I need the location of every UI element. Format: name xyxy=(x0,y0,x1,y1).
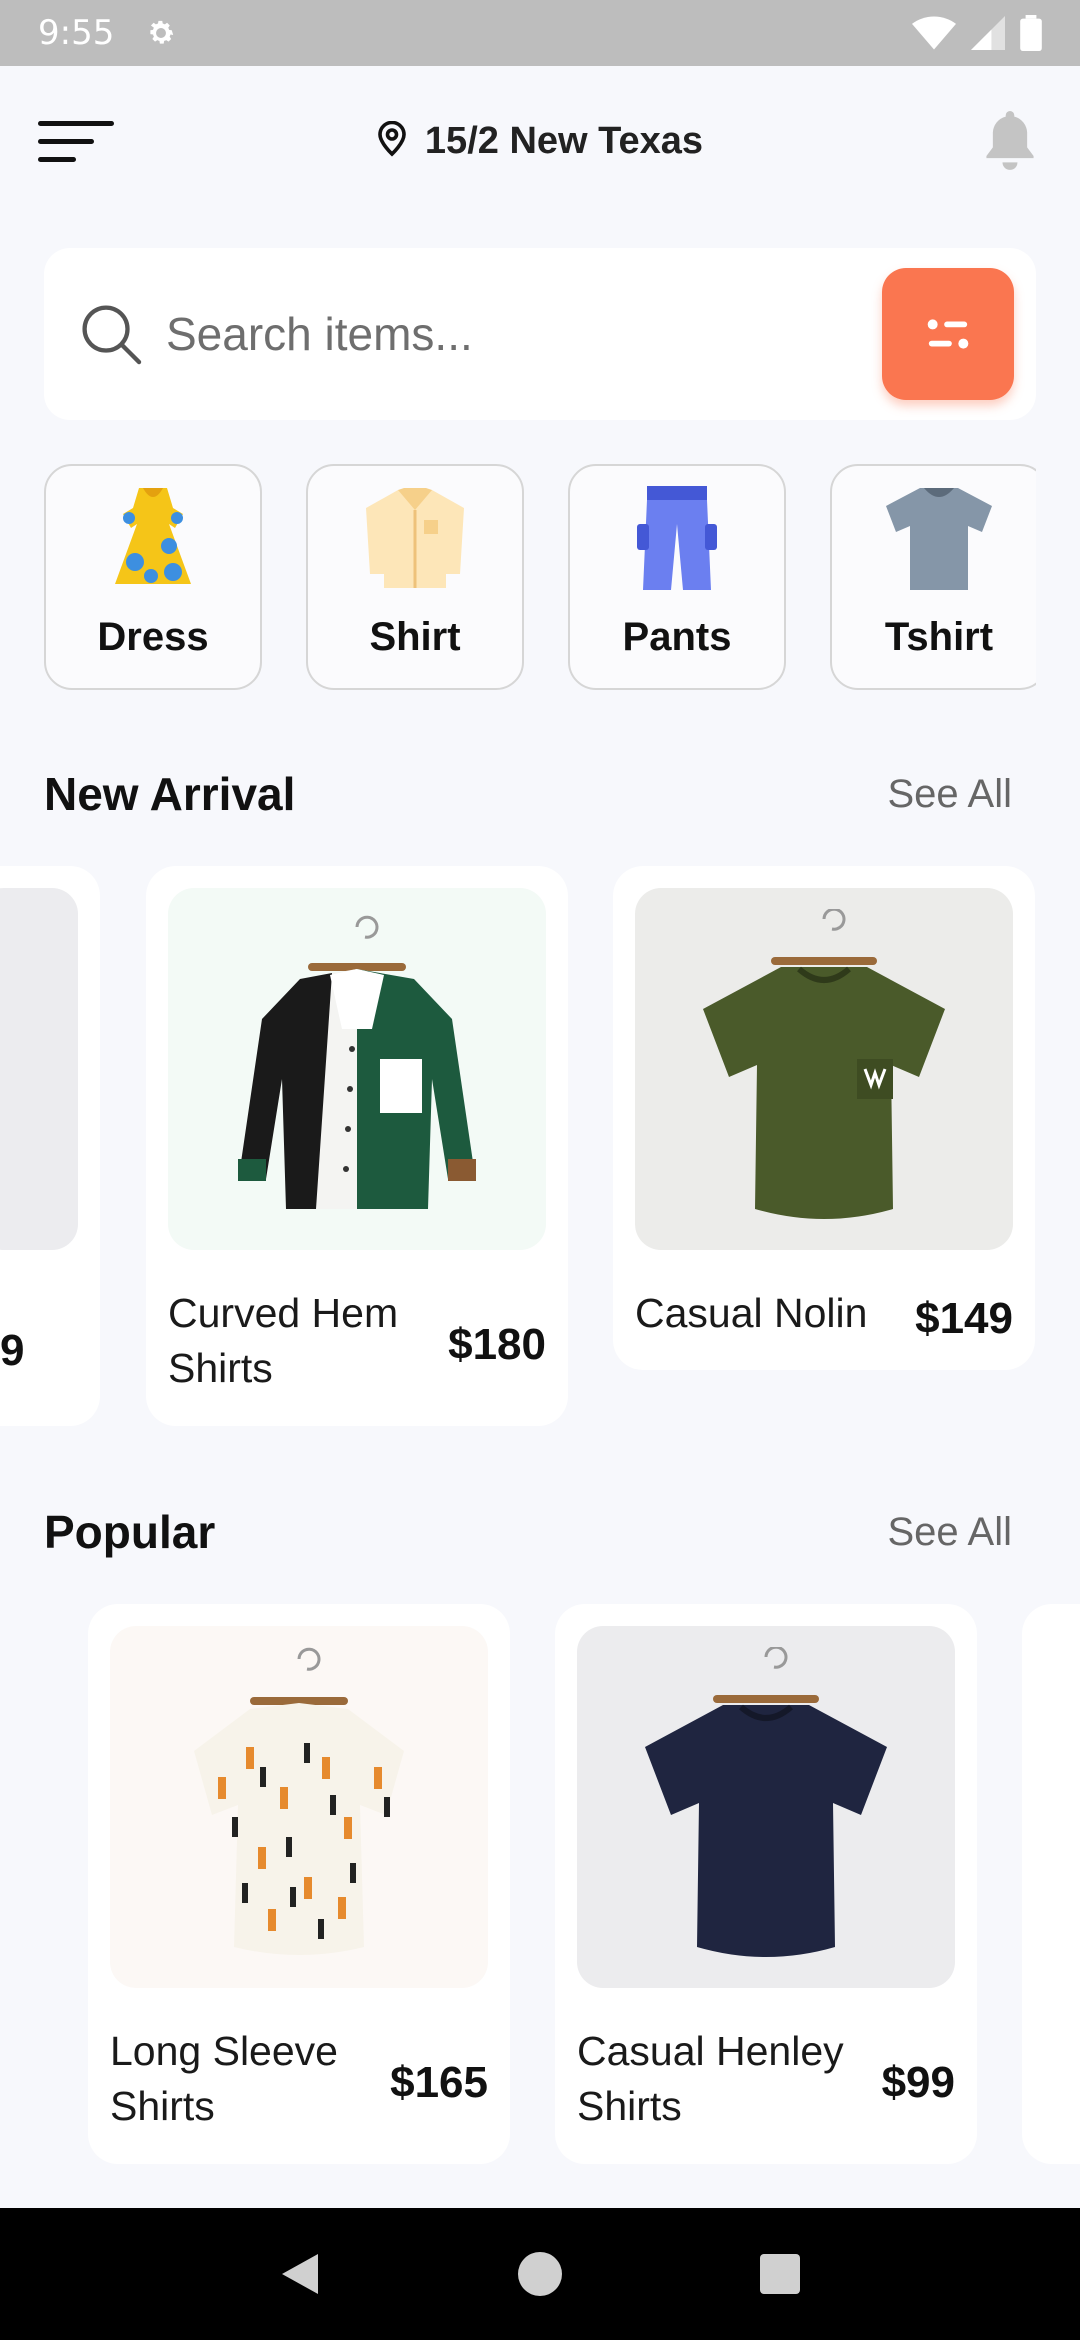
location-display: 15/2 New Texas xyxy=(0,66,1080,216)
category-shirt[interactable]: Shirt xyxy=(306,464,524,690)
popular-header: Popular See All xyxy=(44,1500,1012,1564)
product-name: Casual Nolin xyxy=(635,1290,868,1336)
notification-bell-icon[interactable] xyxy=(978,109,1042,173)
back-button[interactable] xyxy=(260,2234,340,2314)
category-label: Shirt xyxy=(369,615,461,659)
category-tshirt[interactable]: Tshirt xyxy=(830,464,1036,690)
product-image xyxy=(577,1626,955,1988)
back-icon xyxy=(282,2254,318,2294)
product-name: Casual Henley Shirts xyxy=(577,2028,844,2129)
product-price: $99 xyxy=(881,2058,955,2107)
popular-see-all-link[interactable]: See All xyxy=(887,1510,1012,1555)
dress-icon xyxy=(111,479,195,599)
product-card[interactable]: Casual Nolin $149 xyxy=(613,866,1035,1370)
product-price: 9 xyxy=(0,1326,25,1375)
product-price: $149 xyxy=(915,1294,1013,1343)
app-header: 15/2 New Texas xyxy=(0,66,1080,216)
category-dress[interactable]: Dress xyxy=(44,464,262,690)
filter-icon xyxy=(927,319,969,349)
new-arrival-see-all-link[interactable]: See All xyxy=(887,772,1012,817)
product-card-partial[interactable] xyxy=(1022,1604,1080,2164)
pants-icon xyxy=(637,479,717,599)
category-pants[interactable]: Pants xyxy=(568,464,786,690)
location-text: 15/2 New Texas xyxy=(424,119,704,162)
menu-button[interactable] xyxy=(38,111,116,171)
battery-icon xyxy=(1020,15,1042,51)
category-label: Tshirt xyxy=(884,615,994,659)
product-card[interactable]: Casual Henley Shirts $99 xyxy=(555,1604,977,2164)
product-price: $165 xyxy=(390,2058,488,2107)
product-image xyxy=(635,888,1013,1250)
new-arrival-list: 9 Curved Hem Shirts $180 Casual Nolin $1… xyxy=(0,866,1080,1426)
product-image xyxy=(110,1626,488,1988)
tshirt-icon xyxy=(884,479,994,599)
search-bar xyxy=(44,248,1036,420)
product-price: $180 xyxy=(448,1320,546,1369)
signal-icon xyxy=(971,16,1005,50)
home-icon xyxy=(518,2252,562,2296)
recents-icon xyxy=(760,2254,800,2294)
status-time: 9:55 xyxy=(38,13,115,53)
recents-button[interactable] xyxy=(740,2234,820,2314)
search-input[interactable] xyxy=(166,307,882,361)
product-card[interactable]: Long Sleeve Shirts $165 xyxy=(88,1604,510,2164)
category-label: Dress xyxy=(97,615,209,659)
shirt-icon xyxy=(360,479,470,599)
filter-button[interactable] xyxy=(882,268,1014,400)
status-icons xyxy=(912,15,1042,51)
product-image xyxy=(0,888,78,1250)
new-arrival-title: New Arrival xyxy=(44,768,296,820)
product-name: Curved Hem Shirts xyxy=(168,1290,399,1391)
popular-title: Popular xyxy=(44,1506,216,1558)
popular-list: Long Sleeve Shirts $165 Casual Henley Sh… xyxy=(0,1604,1080,2164)
product-name: Long Sleeve Shirts xyxy=(110,2028,338,2129)
product-card[interactable]: Curved Hem Shirts $180 xyxy=(146,866,568,1426)
settings-icon xyxy=(144,16,178,50)
product-card-partial[interactable]: 9 xyxy=(0,866,100,1426)
home-button[interactable] xyxy=(500,2234,580,2314)
product-image xyxy=(168,888,546,1250)
new-arrival-header: New Arrival See All xyxy=(44,762,1012,826)
search-icon xyxy=(76,299,146,369)
location-pin-icon xyxy=(377,120,407,162)
wifi-icon xyxy=(912,16,956,50)
category-label: Pants xyxy=(622,615,732,659)
system-nav-bar xyxy=(0,2208,1080,2340)
category-list: Dress Shirt Pants Tshirt xyxy=(44,464,1036,692)
status-bar: 9:55 xyxy=(0,0,1080,66)
